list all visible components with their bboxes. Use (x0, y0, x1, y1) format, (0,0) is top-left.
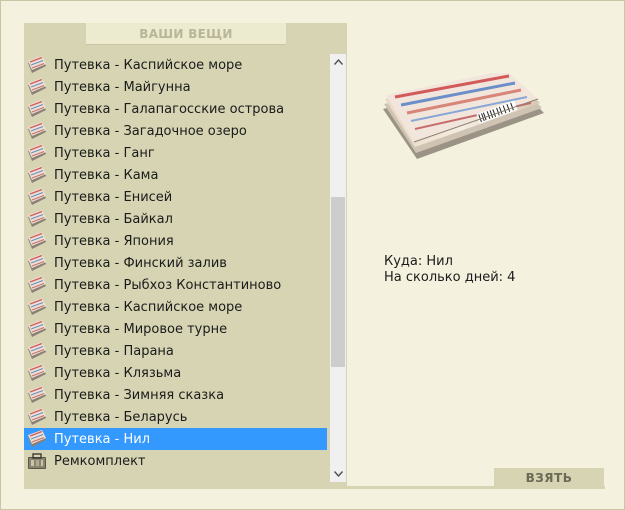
ticket-icon (27, 166, 47, 184)
list-item-label: Путевка - Майгунна (54, 79, 191, 95)
list-item-label: Путевка - Мировое турне (54, 321, 228, 337)
ticket-icon (27, 122, 47, 140)
list-item[interactable]: Путевка - Финский залив (24, 252, 327, 274)
list-item[interactable]: Путевка - Рыбхоз Константиново (24, 274, 327, 296)
scroll-down-arrow-icon[interactable] (330, 466, 346, 482)
list-item-label: Путевка - Зимняя сказка (54, 387, 225, 403)
list-item-label: Путевка - Каспийское море (54, 299, 243, 315)
ticket-icon (27, 276, 47, 294)
list-item[interactable]: Путевка - Ганг (24, 142, 327, 164)
list-item[interactable]: Путевка - Майгунна (24, 76, 327, 98)
list-item[interactable]: Путевка - Парана (24, 340, 327, 362)
inventory-panel: ВАШИ ВЕЩИ Путевка - Каспийское море Путев… (24, 23, 347, 489)
ticket-icon (27, 320, 47, 338)
list-item-label: Путевка - Галапагосские острова (54, 101, 285, 117)
list-item-label: Путевка - Загадочное озеро (54, 123, 247, 139)
ticket-icon (27, 188, 47, 206)
ticket-icon (27, 408, 47, 426)
repair-kit-icon (27, 452, 47, 470)
ticket-icon (27, 364, 47, 382)
ticket-icon (27, 430, 47, 448)
destination-text: Куда: Нил (384, 254, 453, 269)
inventory-header: ВАШИ ВЕЩИ (86, 23, 286, 45)
list-item-label: Путевка - Рыбхоз Константиново (54, 277, 282, 293)
list-item[interactable]: Путевка - Байкал (24, 208, 327, 230)
ticket-icon (27, 342, 47, 360)
ticket-icon (27, 100, 47, 118)
ticket-icon (27, 78, 47, 96)
list-item[interactable]: Путевка - Каспийское море (24, 296, 327, 318)
take-button[interactable]: ВЗЯТЬ (494, 468, 604, 489)
list-item[interactable]: Путевка - Галапагосские острова (24, 98, 327, 120)
list-item-label: Путевка - Финский залив (54, 255, 227, 271)
list-item-label: Ремкомплект (54, 453, 146, 469)
ticket-stack-preview-icon (381, 70, 546, 168)
list-item[interactable]: Путевка - Каспийское море (24, 54, 327, 76)
ticket-icon (27, 56, 47, 74)
list-item[interactable]: Путевка - Кама (24, 164, 327, 186)
list-item-label: Путевка - Япония (54, 233, 174, 249)
list-item[interactable]: Путевка - Зимняя сказка (24, 384, 327, 406)
list-item[interactable]: Ремкомплект (24, 450, 327, 472)
list-item-label: Путевка - Байкал (54, 211, 173, 227)
ticket-icon (27, 254, 47, 272)
ticket-icon (27, 386, 47, 404)
ticket-icon (27, 144, 47, 162)
scroll-up-arrow-icon[interactable] (330, 54, 346, 70)
ticket-icon (27, 210, 47, 228)
list-item-label: Путевка - Клязьма (54, 365, 182, 381)
inventory-window: ВАШИ ВЕЩИ Путевка - Каспийское море Путев… (0, 0, 625, 510)
days-text: На сколько дней: 4 (384, 270, 516, 285)
list-item-label: Путевка - Енисей (54, 189, 173, 205)
list-item-label: Путевка - Нил (54, 431, 151, 447)
item-details: Куда: Нил На сколько дней: 4 (384, 254, 515, 286)
inventory-scrollbar[interactable] (330, 54, 346, 482)
scroll-thumb[interactable] (331, 196, 345, 367)
list-item-label: Путевка - Беларусь (54, 409, 188, 425)
list-item[interactable]: Путевка - Япония (24, 230, 327, 252)
list-item-label: Путевка - Парана (54, 343, 174, 359)
list-item-label: Путевка - Ганг (54, 145, 155, 161)
ticket-icon (27, 232, 47, 250)
inventory-list[interactable]: Путевка - Каспийское море Путевка - Майгу… (24, 54, 329, 482)
list-item-label: Путевка - Каспийское море (54, 57, 243, 73)
list-item-label: Путевка - Кама (54, 167, 159, 183)
list-item[interactable]: Путевка - Мировое турне (24, 318, 327, 340)
list-item[interactable]: Путевка - Беларусь (24, 406, 327, 428)
list-item[interactable]: Путевка - Енисей (24, 186, 327, 208)
list-item[interactable]: Путевка - Нил (24, 428, 327, 450)
list-item[interactable]: Путевка - Загадочное озеро (24, 120, 327, 142)
list-item[interactable]: Путевка - Клязьма (24, 362, 327, 384)
ticket-icon (27, 298, 47, 316)
